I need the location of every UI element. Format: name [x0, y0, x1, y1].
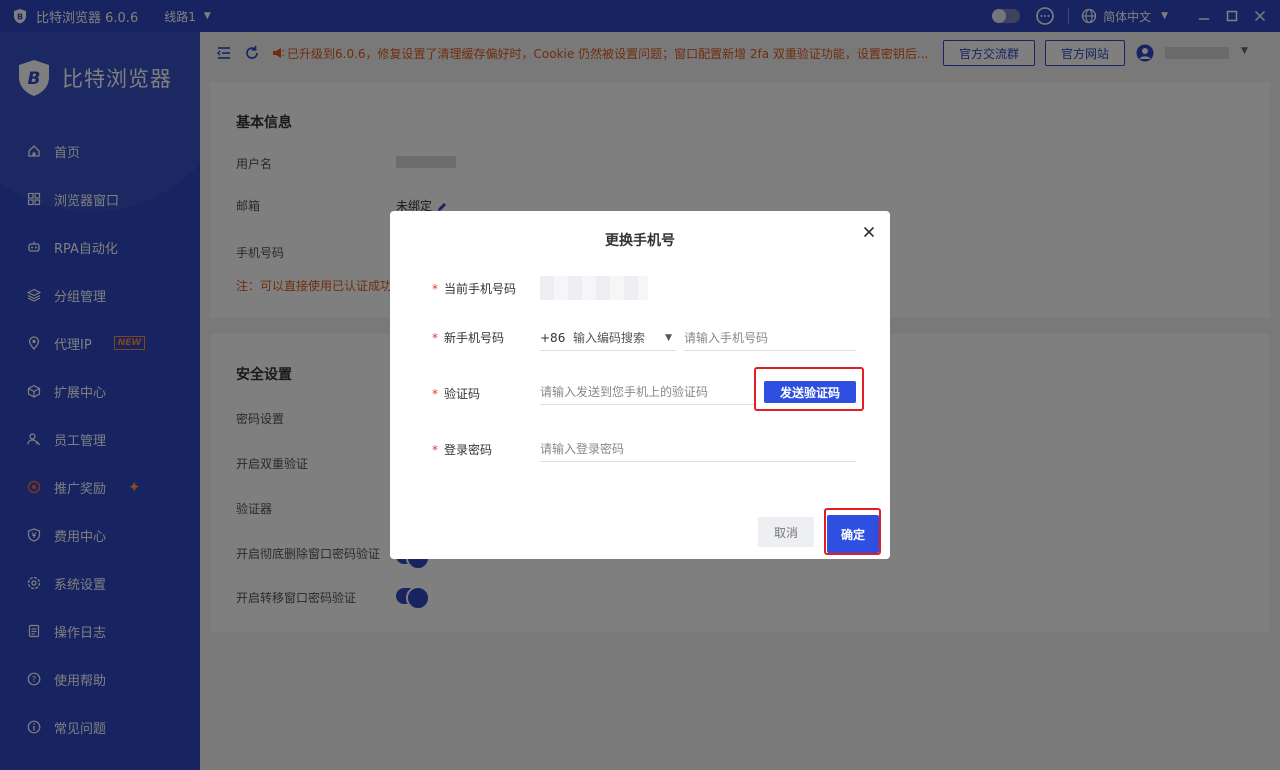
close-icon[interactable] [862, 225, 876, 239]
cancel-button[interactable]: 取消 [758, 517, 814, 547]
change-phone-dialog: 更换手机号 *当前手机号码 *新手机号码 +86 输入编码搜索 ▼ *验证码 发… [390, 211, 890, 559]
chevron-down-icon: ▼ [665, 332, 672, 343]
country-code-search-placeholder: 输入编码搜索 [572, 331, 645, 345]
country-code-value: +86 [540, 330, 566, 345]
login-password-label: * 登录密码 [432, 443, 493, 457]
dialog-title: 更换手机号 [605, 233, 675, 249]
new-phone-label: * 新手机号码 [432, 331, 505, 345]
new-phone-input[interactable] [684, 325, 856, 351]
highlight-box-confirm [824, 508, 881, 555]
verification-code-input[interactable] [540, 379, 756, 405]
country-code-select[interactable]: +86 输入编码搜索 ▼ [540, 325, 676, 351]
current-phone-label: * 当前手机号码 [432, 282, 517, 296]
highlight-box-send-code [754, 367, 864, 411]
login-password-input[interactable] [540, 436, 856, 462]
verification-code-label: * 验证码 [432, 387, 481, 401]
current-phone-redacted [540, 276, 648, 300]
